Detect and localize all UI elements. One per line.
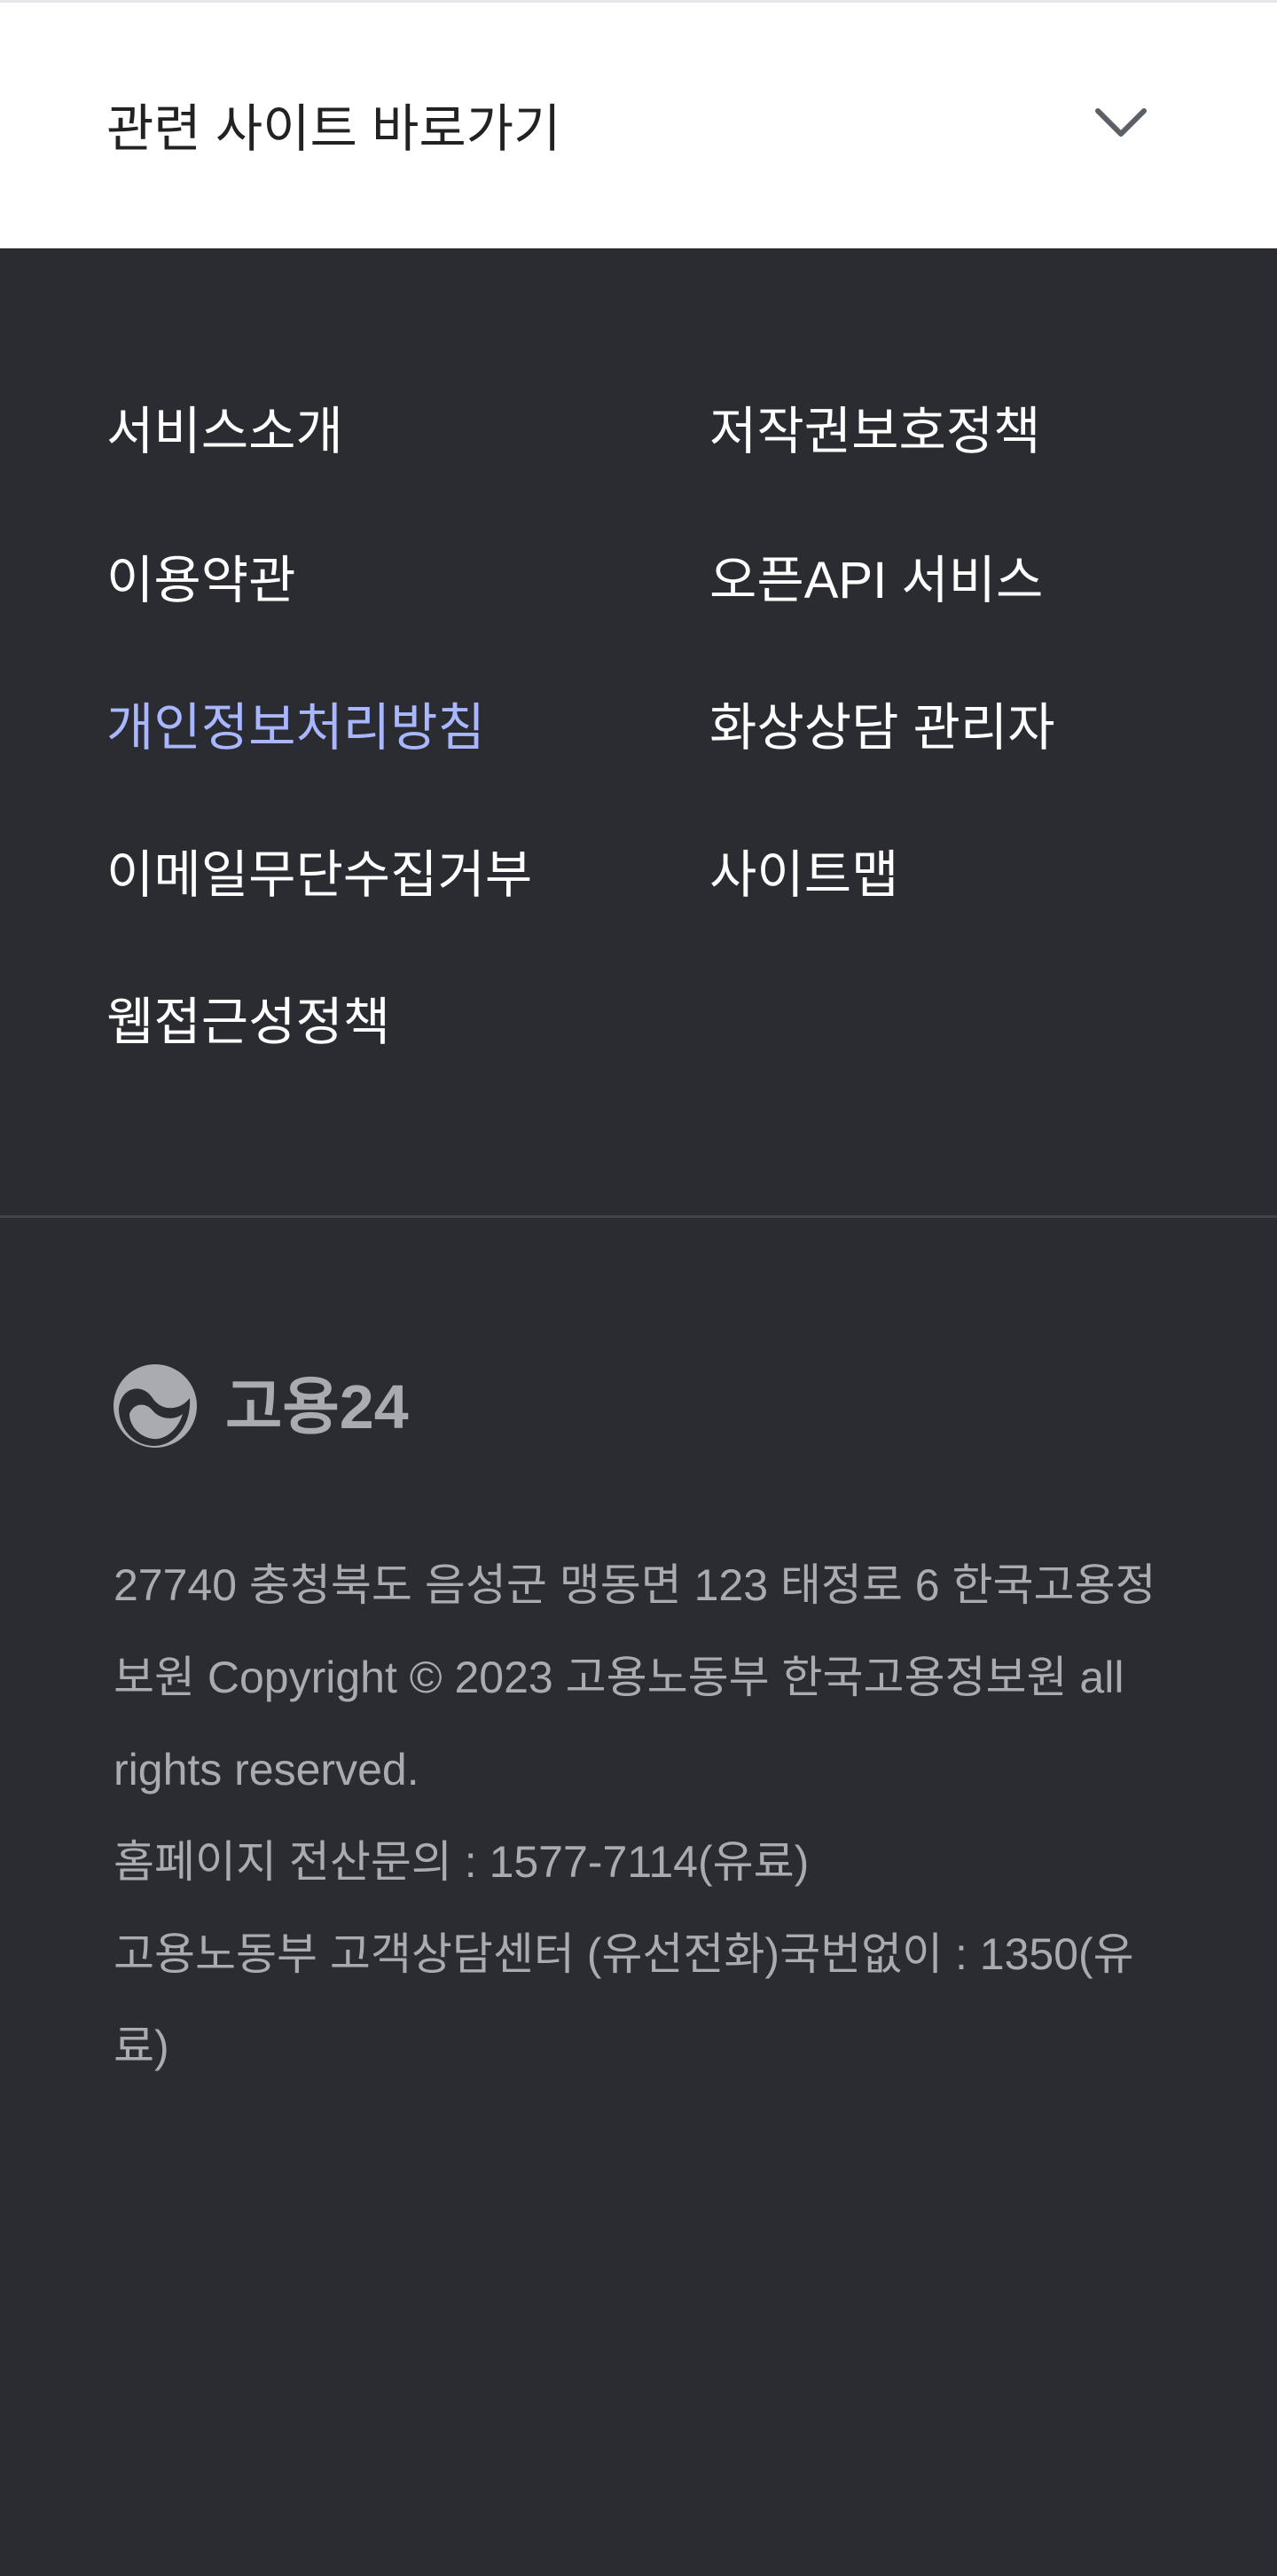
- footer-link-copyright-policy[interactable]: 저작권보호정책: [709, 401, 1041, 463]
- chevron-down-icon[interactable]: [1085, 95, 1156, 157]
- footer-link-web-accessibility[interactable]: 웹접근성정책: [106, 992, 390, 1054]
- footer-link-terms-of-use[interactable]: 이용약관: [106, 550, 295, 612]
- footer-link-privacy-policy[interactable]: 개인정보처리방침: [106, 697, 485, 759]
- footer-link-video-counsel-admin[interactable]: 화상상담 관리자: [709, 697, 1055, 759]
- footer-links: 서비스소개 이용약관 개인정보처리방침 이메일무단수집거부 웹접근성정책 저작권…: [0, 248, 1277, 1217]
- related-sites-bar[interactable]: 관련 사이트 바로가기: [0, 0, 1277, 248]
- homepage-contact: 홈페이지 전산문의 : 1577-7114(유료): [114, 1837, 810, 1887]
- footer-link-email-refusal[interactable]: 이메일무단수집거부: [106, 844, 532, 907]
- government-emblem-icon: [114, 1364, 197, 1448]
- footer-divider: [0, 1215, 1277, 1218]
- related-sites-label: 관련 사이트 바로가기: [106, 100, 561, 158]
- center-contact: 고용노동부 고객상담센터 (유선전화)국번없이 : 1350(유료): [114, 1929, 1134, 2071]
- footer-link-sitemap[interactable]: 사이트맵: [709, 844, 898, 907]
- footer-info: 27740 충청북도 음성군 맹동면 123 태정로 6 한국고용정보원 Cop…: [114, 1539, 1178, 2093]
- footer-link-service-intro[interactable]: 서비스소개: [106, 401, 343, 463]
- footer-link-open-api[interactable]: 오픈API 서비스: [709, 550, 1043, 612]
- logo-text: 고용24: [225, 1372, 409, 1441]
- address-copyright: 27740 충청북도 음성군 맹동면 123 태정로 6 한국고용정보원 Cop…: [114, 1560, 1156, 1795]
